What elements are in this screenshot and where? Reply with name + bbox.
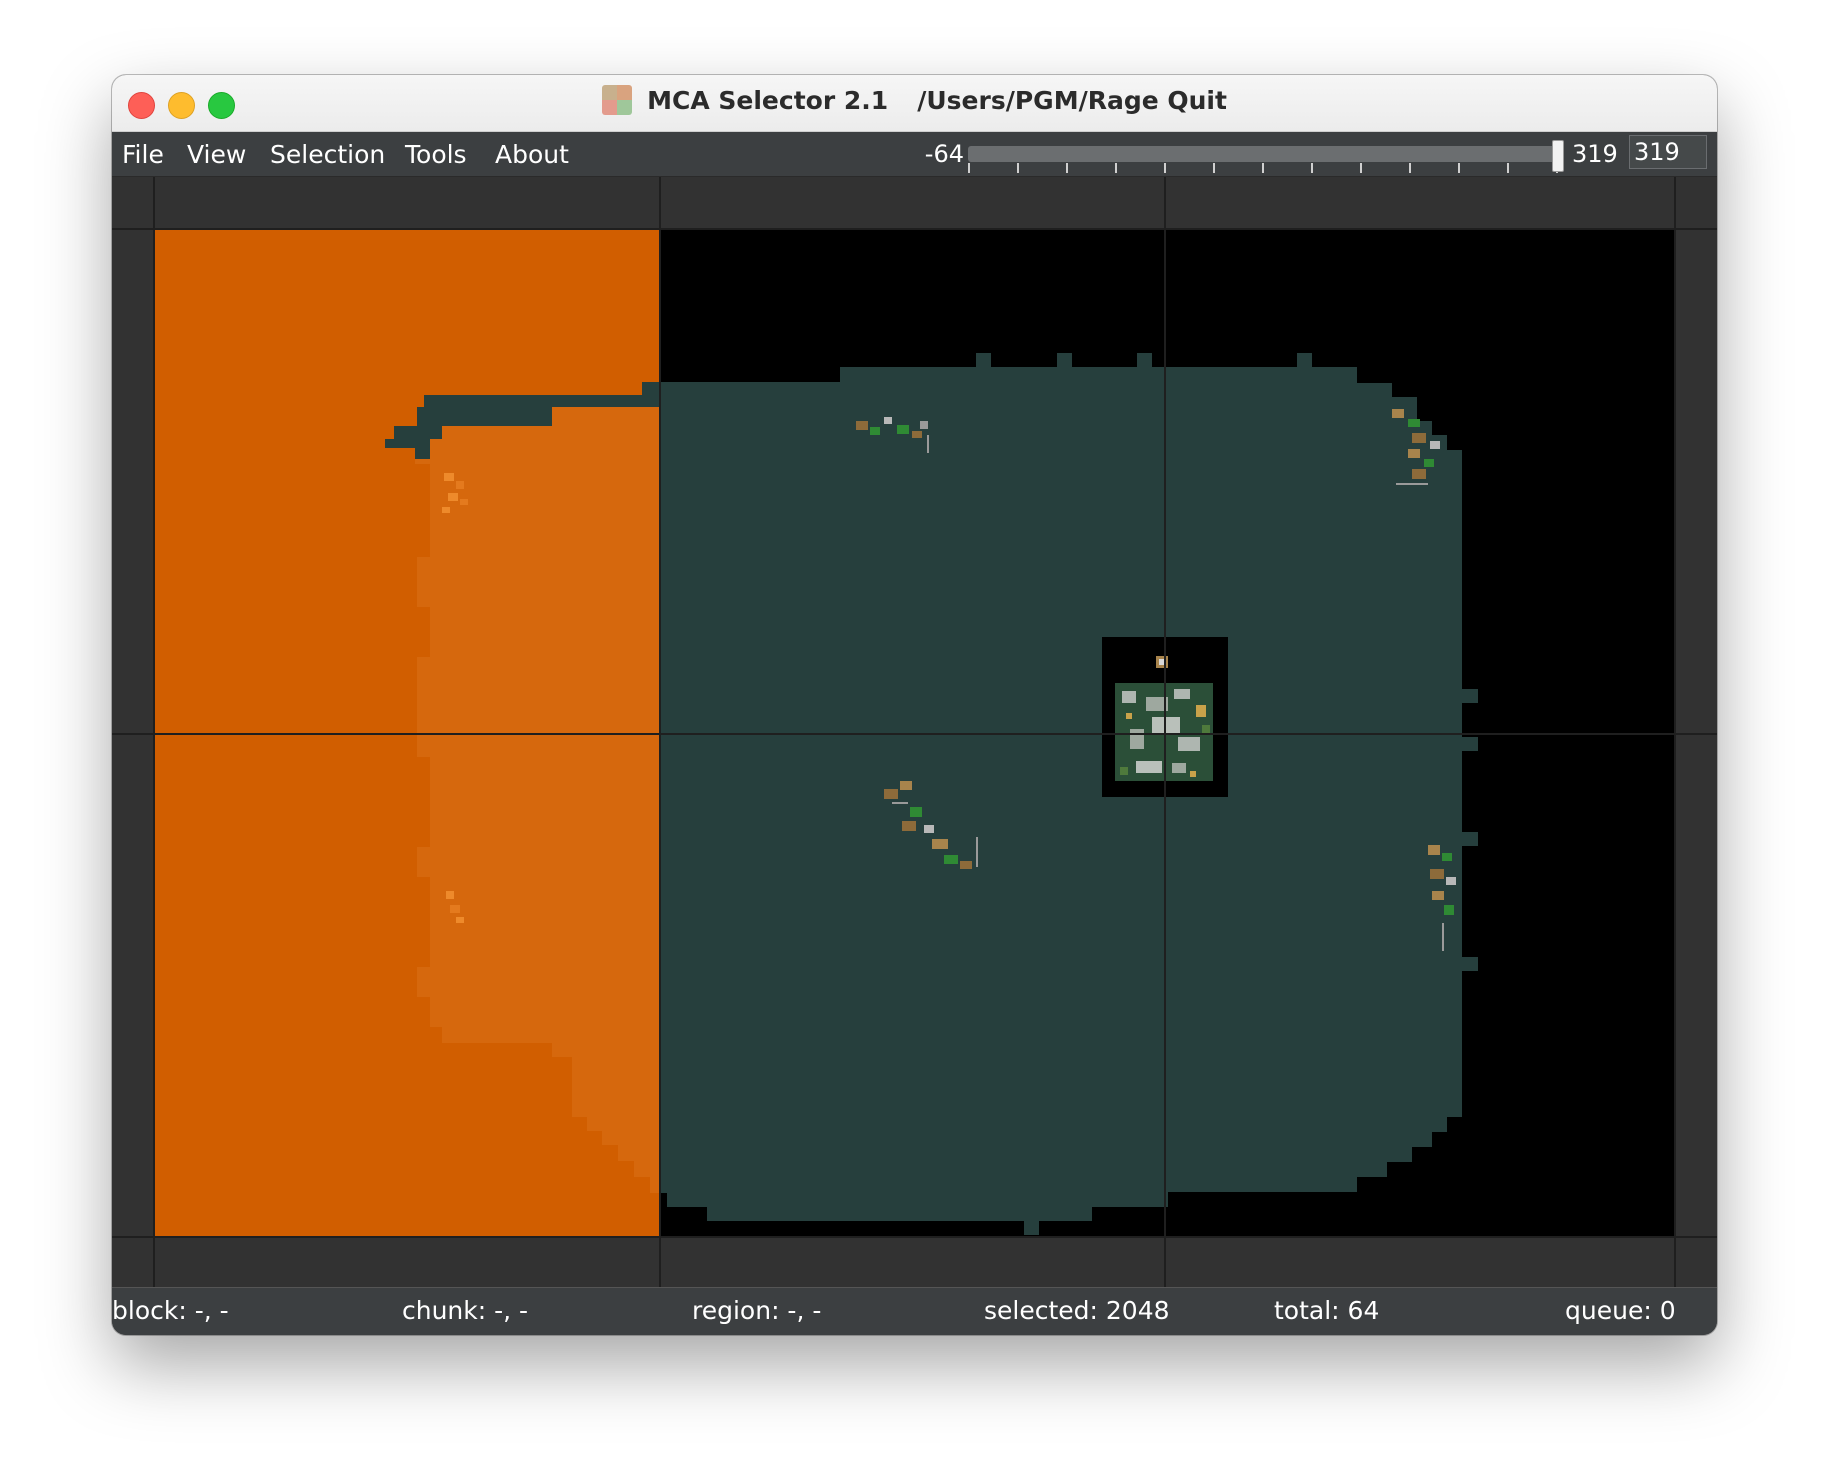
menu-about[interactable]: About bbox=[495, 140, 569, 169]
height-slider-tick bbox=[1066, 163, 1068, 173]
terrain-notch bbox=[1057, 353, 1072, 369]
menu-file[interactable]: File bbox=[122, 140, 164, 169]
window-title: MCA Selector 2.1 /Users/PGM/Rage Quit bbox=[112, 85, 1717, 121]
map-border-right bbox=[1675, 177, 1717, 1287]
status-region: region: -, - bbox=[692, 1296, 822, 1325]
height-slider-tick bbox=[1360, 163, 1362, 173]
app-title: MCA Selector 2.1 bbox=[647, 85, 889, 115]
height-slider-tick bbox=[1017, 163, 1019, 173]
height-slider-track[interactable] bbox=[968, 146, 1558, 162]
height-slider-max-label: 319 bbox=[1572, 140, 1618, 168]
menu-view[interactable]: View bbox=[187, 140, 246, 169]
height-slider-tick bbox=[1213, 163, 1215, 173]
status-block: block: -, - bbox=[112, 1296, 229, 1325]
height-slider-tick bbox=[1262, 163, 1264, 173]
terrain-notch bbox=[976, 353, 991, 369]
region-grid-line-h bbox=[112, 1236, 1717, 1238]
terrain-notch bbox=[1137, 353, 1152, 369]
status-selected: selected: 2048 bbox=[984, 1296, 1170, 1325]
region-grid-line-v bbox=[659, 177, 661, 1287]
height-slider-tick bbox=[1164, 163, 1166, 173]
height-slider-tick bbox=[1507, 163, 1509, 173]
region-grid-line-h bbox=[112, 228, 1717, 230]
height-slider-tick bbox=[1115, 163, 1117, 173]
world-map[interactable] bbox=[112, 177, 1717, 1287]
region-grid-line-h bbox=[112, 733, 1717, 735]
map-border-bottom bbox=[112, 1237, 1717, 1287]
map-border-left bbox=[112, 177, 154, 1287]
terrain-notch bbox=[1297, 353, 1312, 369]
region-grid-line-v bbox=[1164, 177, 1166, 1287]
height-slider-tick bbox=[1409, 163, 1411, 173]
height-slider-min-label: -64 bbox=[924, 140, 964, 168]
region-grid-line-v bbox=[1674, 177, 1676, 1287]
status-bar: block: -, - chunk: -, - region: -, - sel… bbox=[112, 1287, 1717, 1335]
terrain-notch bbox=[1462, 737, 1478, 751]
map-viewport[interactable] bbox=[112, 177, 1717, 1287]
terrain-notch bbox=[1462, 957, 1478, 971]
terrain-notch bbox=[757, 407, 772, 421]
terrain-notch bbox=[1462, 832, 1478, 846]
height-slider-tick bbox=[968, 163, 970, 173]
height-slider-tick bbox=[1458, 163, 1460, 173]
status-total: total: 64 bbox=[1274, 1296, 1380, 1325]
terrain-notch bbox=[1462, 689, 1478, 703]
menu-tools[interactable]: Tools bbox=[405, 140, 467, 169]
region-grid-line-v bbox=[153, 177, 155, 1287]
title-bar[interactable]: MCA Selector 2.1 /Users/PGM/Rage Quit bbox=[112, 75, 1717, 132]
menu-bar: File View Selection Tools About -64 319 bbox=[112, 132, 1717, 177]
status-queue: queue: 0 bbox=[1565, 1296, 1676, 1325]
world-path: /Users/PGM/Rage Quit bbox=[917, 85, 1227, 115]
height-input[interactable] bbox=[1629, 135, 1707, 169]
map-border-top bbox=[112, 177, 1717, 229]
app-icon bbox=[602, 85, 633, 115]
app-window: MCA Selector 2.1 /Users/PGM/Rage Quit Fi… bbox=[112, 75, 1717, 1335]
terrain-notch bbox=[1024, 1221, 1039, 1235]
spawn-marker bbox=[1156, 656, 1168, 668]
height-slider-tick bbox=[1311, 163, 1313, 173]
height-slider-thumb[interactable] bbox=[1552, 140, 1564, 172]
status-chunk: chunk: -, - bbox=[402, 1296, 529, 1325]
height-slider-ticks bbox=[968, 163, 1558, 173]
menu-selection[interactable]: Selection bbox=[270, 140, 385, 169]
